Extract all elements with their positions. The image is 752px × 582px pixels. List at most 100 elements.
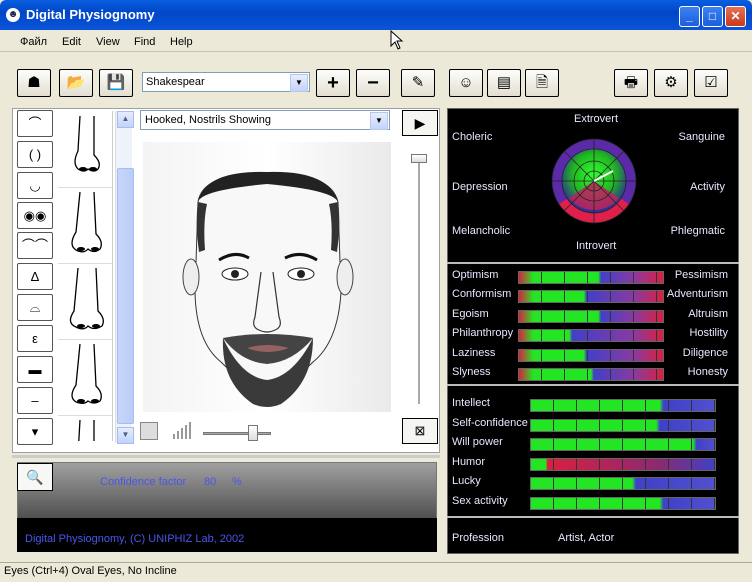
add-button[interactable]: + bbox=[316, 69, 350, 97]
open-folder-icon[interactable]: 📂 bbox=[59, 69, 93, 97]
ability-label: Humor bbox=[452, 456, 486, 468]
checklist-icon[interactable]: ☑ bbox=[694, 69, 728, 97]
portrait-icon[interactable]: ☺ bbox=[449, 69, 483, 97]
trait-bar bbox=[518, 290, 664, 303]
bar-segments bbox=[519, 330, 663, 341]
bar-segments bbox=[531, 478, 715, 489]
confidence-unit: % bbox=[232, 476, 242, 488]
feature-eyes-icon[interactable]: ◉◉ bbox=[17, 202, 53, 229]
scroll-thumb[interactable] bbox=[117, 168, 134, 424]
trait-bar bbox=[518, 310, 664, 323]
bar-segments bbox=[531, 400, 715, 411]
ability-bar bbox=[530, 497, 716, 510]
bar-segments bbox=[531, 498, 715, 509]
save-icon[interactable]: 💾 bbox=[99, 69, 133, 97]
menu-help[interactable]: Help bbox=[170, 36, 193, 48]
zoom-fit-icon[interactable] bbox=[140, 422, 158, 440]
scroll-up-icon[interactable]: ▲ bbox=[117, 111, 134, 128]
document-icon[interactable]: 🗎 bbox=[525, 69, 559, 97]
settings-icon[interactable]: ⚙ bbox=[654, 69, 688, 97]
label-introvert: Introvert bbox=[576, 240, 617, 252]
volume-icon bbox=[172, 422, 194, 440]
volume-bars bbox=[173, 422, 191, 439]
preset-select[interactable]: Shakespear ▼ bbox=[142, 72, 310, 92]
separator bbox=[12, 455, 440, 458]
book-icon[interactable]: ▤ bbox=[487, 69, 521, 97]
trait-left-label: Egoism bbox=[452, 308, 489, 320]
size-slider-track[interactable] bbox=[203, 432, 271, 435]
play-button[interactable]: ▶ bbox=[402, 110, 438, 136]
label-extrovert: Extrovert bbox=[574, 113, 619, 125]
menu-file[interactable]: Файл bbox=[20, 36, 47, 48]
feature-face-oval-icon[interactable]: ( ) bbox=[17, 141, 53, 168]
nose-variant[interactable] bbox=[58, 339, 112, 416]
chevron-down-icon[interactable]: ▼ bbox=[370, 112, 388, 130]
vertical-slider-thumb[interactable] bbox=[411, 154, 427, 163]
reset-button[interactable]: ⊠ bbox=[402, 418, 438, 444]
preset-value: Shakespear bbox=[146, 76, 205, 88]
bar-segments bbox=[531, 439, 715, 450]
trait-left-label: Laziness bbox=[452, 347, 496, 359]
ability-bar bbox=[530, 458, 716, 471]
nose-variant[interactable] bbox=[58, 111, 112, 188]
ability-bar bbox=[530, 419, 716, 432]
scroll-down-icon[interactable]: ▼ bbox=[117, 427, 134, 444]
maximize-button[interactable]: □ bbox=[702, 6, 723, 27]
bar-segments bbox=[519, 272, 663, 283]
trait-right-label: Hostility bbox=[689, 327, 728, 339]
bar-segments bbox=[519, 350, 663, 361]
person-icon[interactable]: ☗ bbox=[17, 69, 51, 97]
nose-style-select[interactable]: Hooked, Nostrils Showing ▼ bbox=[140, 110, 390, 130]
vertical-slider-track[interactable] bbox=[418, 158, 420, 404]
bar-segments bbox=[519, 369, 663, 380]
trait-right-label: Pessimism bbox=[674, 269, 728, 281]
window-title: Digital Physiognomy bbox=[26, 7, 155, 22]
nose-variant[interactable] bbox=[58, 415, 112, 441]
nose-drawing bbox=[78, 419, 95, 441]
print-icon[interactable]: 🖶 bbox=[614, 69, 648, 97]
nose-variants-list bbox=[58, 111, 113, 441]
confidence-label: Confidence factor bbox=[100, 476, 187, 488]
bar-segments bbox=[519, 311, 663, 322]
face-canvas bbox=[143, 142, 391, 412]
size-slider-thumb[interactable] bbox=[248, 425, 258, 441]
feature-nose-icon[interactable]: ∆ bbox=[17, 263, 53, 290]
nose-variant[interactable] bbox=[58, 263, 112, 340]
profession-label: Profession bbox=[452, 532, 504, 544]
trait-left-label: Philanthropy bbox=[452, 327, 514, 339]
temperament-wheel-graphic bbox=[551, 138, 637, 224]
bar-segments bbox=[519, 291, 663, 302]
edit-image-icon[interactable]: ✎ bbox=[401, 69, 435, 97]
feature-lips-icon[interactable]: – bbox=[17, 387, 53, 414]
feature-ear-icon[interactable]: ε bbox=[17, 325, 53, 352]
remove-button[interactable]: − bbox=[356, 69, 390, 97]
feature-chin-icon[interactable]: ◡ bbox=[17, 172, 53, 199]
feature-hair-icon[interactable]: ⌒ bbox=[17, 110, 53, 137]
label-choleric: Choleric bbox=[452, 131, 493, 143]
feature-eyebrows-icon[interactable]: ⌒⌒ bbox=[17, 232, 53, 259]
magnifier-icon[interactable]: 🔍 bbox=[17, 463, 53, 491]
close-button[interactable]: ✕ bbox=[725, 6, 746, 27]
nose-variant[interactable] bbox=[58, 187, 112, 264]
trait-right-label: Diligence bbox=[682, 347, 728, 359]
menu-edit[interactable]: Edit bbox=[62, 36, 81, 48]
divider bbox=[447, 384, 739, 386]
menu-find[interactable]: Find bbox=[134, 36, 155, 48]
trait-bar bbox=[518, 329, 664, 342]
mouse-cursor-icon bbox=[390, 29, 404, 53]
trait-bar bbox=[518, 368, 664, 381]
confidence-value: 80 bbox=[204, 476, 217, 488]
chevron-down-icon[interactable]: ▼ bbox=[290, 74, 308, 92]
label-melancholic: Melancholic bbox=[452, 225, 511, 237]
feature-mouth-icon[interactable]: ⌓ bbox=[17, 294, 53, 321]
ability-label: Lucky bbox=[452, 475, 481, 487]
feature-mustache-icon[interactable]: ▬ bbox=[17, 356, 53, 383]
cursor-arrow bbox=[390, 29, 404, 50]
nose-drawing bbox=[74, 115, 100, 172]
ability-label: Intellect bbox=[452, 397, 490, 409]
minimize-button[interactable]: _ bbox=[679, 6, 700, 27]
nose-list-scrollbar[interactable]: ▲ ▼ bbox=[115, 111, 134, 444]
menu-view[interactable]: View bbox=[96, 36, 120, 48]
label-activity: Activity bbox=[690, 181, 725, 193]
feature-beard-icon[interactable]: ▾ bbox=[17, 418, 53, 445]
